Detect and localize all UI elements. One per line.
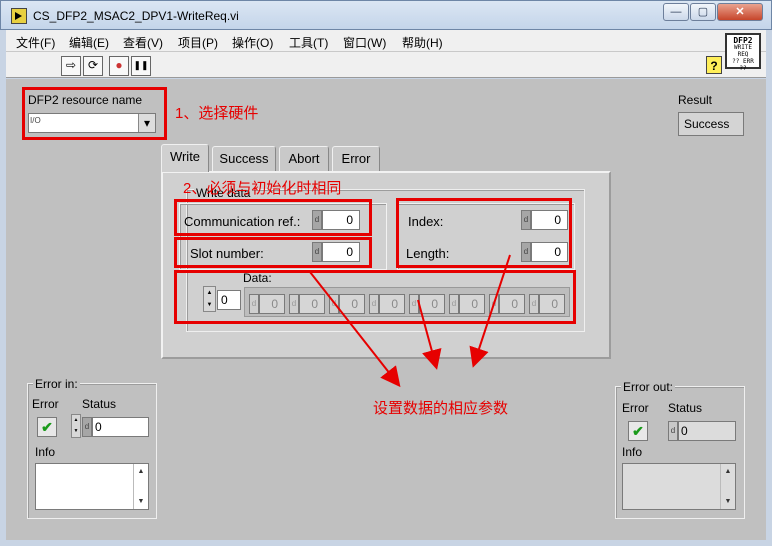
dropdown-arrow-icon[interactable]: ▾ [138, 114, 155, 132]
data-label: Data: [243, 271, 272, 285]
scroll-down-icon[interactable]: ▼ [721, 498, 735, 505]
context-help-icon[interactable]: ? [706, 56, 722, 74]
array-index-stepper[interactable]: ▲ ▼ [203, 286, 216, 312]
comm-ref-label: Communication ref.: [184, 214, 301, 229]
data-radix-0: d [249, 294, 259, 314]
length-label: Length: [406, 246, 450, 261]
length-radix: d [521, 242, 531, 262]
data-element-4[interactable]: 0 [419, 294, 445, 314]
error-in-scrollbar[interactable]: ▲ ▼ [133, 464, 148, 509]
minimize-button[interactable]: — [663, 3, 689, 21]
length-input[interactable]: 0 [531, 242, 568, 262]
menu-view[interactable]: 查看(V) [123, 34, 163, 51]
error-out-title: Error out: [621, 380, 676, 394]
error-out-status-label: Status [668, 401, 703, 415]
annotation-set-params: 设置数据的相应参数 [373, 400, 509, 417]
data-element-2[interactable]: 0 [339, 294, 365, 314]
data-radix-7: d [529, 294, 539, 314]
index-input[interactable]: 0 [531, 210, 568, 230]
data-element-5[interactable]: 0 [459, 294, 485, 314]
error-out-status-radix: d [668, 421, 678, 441]
toolbar: ⇨ ⟳ ● ❚❚ ? [6, 52, 766, 78]
menu-edit[interactable]: 编辑(E) [69, 34, 109, 51]
data-element-0[interactable]: 0 [259, 294, 285, 314]
title-bar: CS_DFP2_MSAC2_DPV1-WriteReq.vi — ▢ ✕ [0, 0, 772, 30]
menu-file[interactable]: 文件(F) [16, 34, 55, 51]
data-radix-1: d [289, 294, 299, 314]
close-button[interactable]: ✕ [717, 3, 763, 21]
array-index-input[interactable]: 0 [217, 290, 241, 310]
error-in-checkbox[interactable]: ✔ [37, 417, 57, 437]
vi-icon: DFP2 WRITE REQ ?? ERR ?? [725, 33, 761, 72]
error-out-info-label: Info [622, 445, 643, 459]
data-radix-2: d [329, 294, 339, 314]
resource-label: DFP2 resource name [28, 93, 143, 107]
menu-project[interactable]: 项目(P) [178, 34, 218, 51]
error-in-info-label: Info [35, 445, 56, 459]
data-radix-6: d [489, 294, 499, 314]
scroll-down-icon[interactable]: ▼ [134, 498, 148, 505]
window-title: CS_DFP2_MSAC2_DPV1-WriteReq.vi [33, 9, 239, 23]
slot-number-input[interactable]: 0 [322, 242, 360, 262]
comm-ref-radix: d [312, 210, 322, 230]
annotation-select-hardware: 1、选择硬件 [175, 105, 259, 122]
io-icon: I/O [30, 116, 41, 125]
error-in-status-radix: d [82, 417, 92, 437]
index-radix: d [521, 210, 531, 230]
scroll-up-icon[interactable]: ▲ [721, 468, 735, 475]
error-in-status-stepper[interactable]: ▲ ▼ [71, 414, 81, 438]
data-radix-5: d [449, 294, 459, 314]
labview-icon [11, 8, 27, 24]
data-element-1[interactable]: 0 [299, 294, 325, 314]
error-out-error-label: Error [622, 401, 649, 415]
tab-error[interactable]: Error [332, 146, 380, 172]
result-indicator: Success [678, 112, 744, 136]
menu-window[interactable]: 窗口(W) [343, 34, 386, 51]
data-element-7[interactable]: 0 [539, 294, 565, 314]
abort-icon[interactable]: ● [109, 56, 129, 76]
resource-combo[interactable]: I/O ▾ [28, 113, 156, 133]
error-out-scrollbar[interactable]: ▲ ▼ [720, 464, 735, 509]
annotation-same-as-init: 2、必须与初始化时相同 [183, 180, 342, 197]
error-in-info-field[interactable]: ▲ ▼ [35, 463, 149, 510]
error-out-info-field: ▲ ▼ [622, 463, 736, 510]
slot-number-radix: d [312, 242, 322, 262]
error-in-status-label: Status [82, 397, 117, 411]
error-out-status-indicator: 0 [678, 421, 736, 441]
run-continuously-icon[interactable]: ⟳ [83, 56, 103, 76]
error-in-status-input[interactable]: 0 [92, 417, 149, 437]
data-radix-4: d [409, 294, 419, 314]
scroll-up-icon[interactable]: ▲ [134, 468, 148, 475]
menu-operate[interactable]: 操作(O) [232, 34, 273, 51]
error-in-title: Error in: [33, 377, 80, 391]
data-element-3[interactable]: 0 [379, 294, 405, 314]
data-element-6[interactable]: 0 [499, 294, 525, 314]
result-label: Result [678, 93, 713, 107]
comm-ref-input[interactable]: 0 [322, 210, 360, 230]
data-radix-3: d [369, 294, 379, 314]
pause-icon[interactable]: ❚❚ [131, 56, 151, 76]
tab-success[interactable]: Success [212, 146, 276, 172]
index-label: Index: [408, 214, 444, 229]
tab-abort[interactable]: Abort [279, 146, 329, 172]
error-out-checkbox: ✔ [628, 421, 648, 441]
menu-bar: 文件(F) 编辑(E) 查看(V) 项目(P) 操作(O) 工具(T) 窗口(W… [6, 30, 766, 52]
menu-tools[interactable]: 工具(T) [289, 34, 328, 51]
slot-number-label: Slot number: [190, 246, 264, 261]
menu-help[interactable]: 帮助(H) [402, 34, 443, 51]
maximize-button[interactable]: ▢ [690, 3, 716, 21]
run-arrow-icon[interactable]: ⇨ [61, 56, 81, 76]
error-in-error-label: Error [32, 397, 59, 411]
tab-write[interactable]: Write [161, 144, 209, 172]
